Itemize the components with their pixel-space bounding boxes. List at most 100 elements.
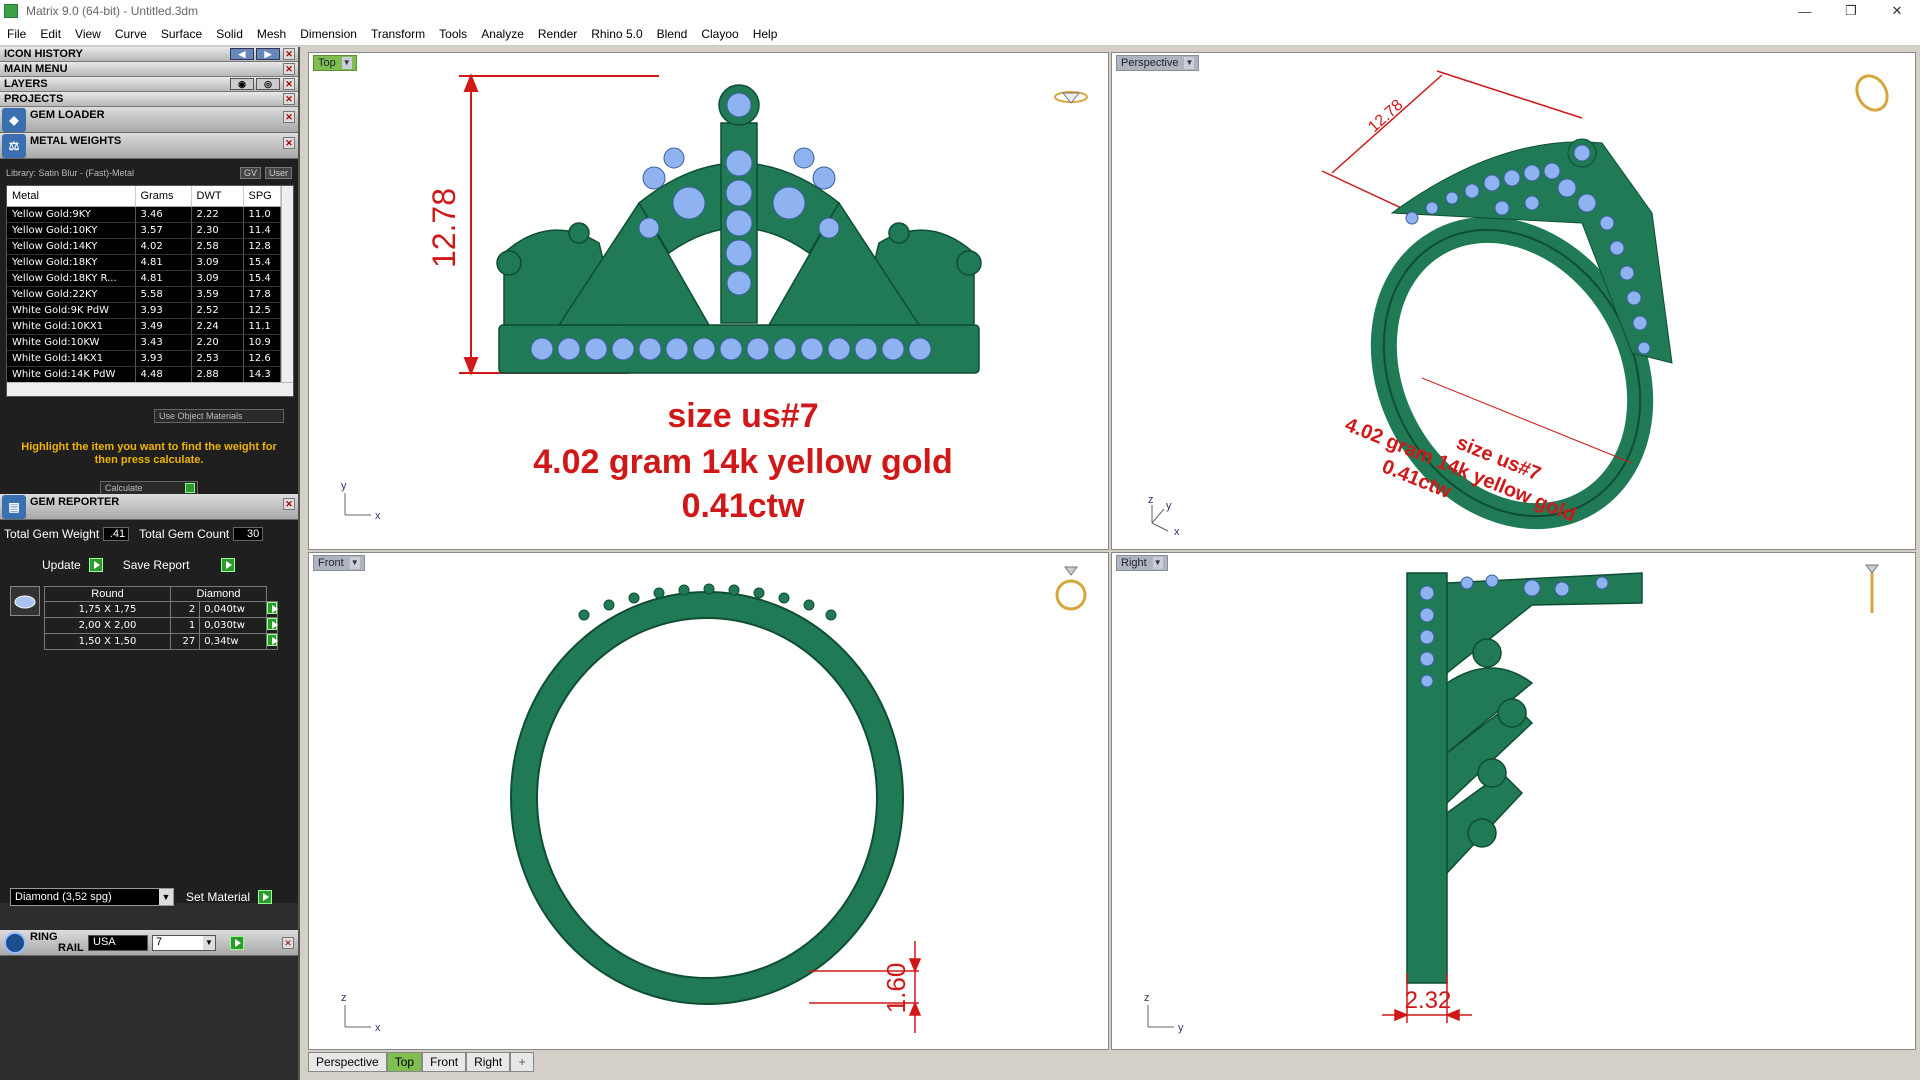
column-header[interactable]: SPG [243,186,281,207]
table-row[interactable]: Yellow Gold:22KY 5.58 3.59 17.8 [7,286,281,303]
ring-standard-input[interactable]: USA [88,934,148,951]
viewport-tab-right[interactable]: Right ▼ [1116,555,1168,571]
tab-right[interactable]: Right [466,1052,511,1072]
table-row[interactable]: Yellow Gold:14KY 4.02 2.58 12.8 [7,238,281,255]
viewport-perspective[interactable]: 12.78 size us#7 4.02 gram 14k yellow gol… [1111,52,1916,550]
menu-rhino[interactable]: Rhino 5.0 [584,27,649,41]
play-icon[interactable] [267,634,278,646]
user-toggle[interactable]: User [264,167,292,179]
chevron-down-icon[interactable]: ▼ [1184,57,1195,69]
gv-toggle[interactable]: GV [239,167,261,179]
column-header[interactable]: DWT [191,186,244,207]
save-report-button[interactable]: Save Report [123,558,236,572]
viewport-right[interactable]: 2.32 z y Right ▼ [1111,552,1916,1050]
menu-solid[interactable]: Solid [209,27,250,41]
table-cell: 3.09 [191,270,244,287]
projects-header[interactable]: PROJECTS ✕ [0,92,298,107]
library-label: Library: Satin Blur - (Fast)-Metal [6,168,135,178]
menu-render[interactable]: Render [531,27,584,41]
table-row[interactable]: White Gold:14KX1 3.93 2.53 12.6 [7,350,281,367]
menu-transform[interactable]: Transform [364,27,432,41]
metal-weights-header[interactable]: ⚖ METAL WEIGHTS ✕ [0,133,298,159]
viewport-front[interactable]: 1.60 z x Front ▼ [308,552,1109,1050]
ring-size-select[interactable]: 7 ▼ [152,934,216,951]
play-icon[interactable] [267,602,278,614]
back-arrow-icon[interactable]: ◀ [230,48,254,60]
play-icon[interactable] [230,935,244,950]
svg-text:z: z [1144,992,1150,1004]
icon-history-header[interactable]: ICON HISTORY ◀ ▶ ✕ [0,47,298,62]
menu-file[interactable]: File [0,27,33,41]
gem-loader-header[interactable]: ◆ GEM LOADER ✕ [0,107,298,133]
horizontal-scrollbar[interactable] [7,382,293,396]
menu-tools[interactable]: Tools [432,27,474,41]
table-cell: 4.81 [135,270,192,287]
round-gem-icon[interactable] [10,586,40,616]
table-row[interactable]: 1,75 X 1,75 2 0,040tw [44,601,278,618]
gem-reporter-header[interactable]: ▤ GEM REPORTER ✕ [0,494,298,520]
column-header[interactable]: Metal [7,186,136,207]
column-header[interactable]: Grams [135,186,192,207]
eye-icon[interactable]: ◉ [230,78,254,90]
menu-mesh[interactable]: Mesh [250,27,293,41]
viewport-tab-top[interactable]: Top ▼ [313,55,357,71]
material-select[interactable]: Diamond (3,52 spg) ▼ [10,888,174,906]
minimize-button[interactable]: — [1782,0,1828,22]
calculate-button[interactable]: Calculate [100,481,198,495]
axis-y-label: y [341,480,347,492]
close-icon[interactable]: ✕ [283,48,295,60]
menu-curve[interactable]: Curve [108,27,154,41]
table-row[interactable]: White Gold:14K PdW 4.48 2.88 14.3 [7,366,281,383]
table-row[interactable]: Yellow Gold:10KY 3.57 2.30 11.4 [7,222,281,239]
table-cell: 3.09 [191,254,244,271]
close-icon[interactable]: ✕ [283,93,295,105]
viewport-tabs: Perspective Top Front Right + [308,1052,535,1072]
close-icon[interactable]: ✕ [282,936,294,949]
menu-help[interactable]: Help [746,27,785,41]
close-icon[interactable]: ✕ [283,137,295,149]
table-row[interactable]: Yellow Gold:9KY 3.46 2.22 11.0 [7,206,281,223]
chevron-down-icon[interactable]: ▼ [1152,557,1163,569]
restore-button[interactable]: ❐ [1828,0,1874,22]
use-object-materials-toggle[interactable]: Use Object Materials [154,409,284,423]
main-menu-header[interactable]: MAIN MENU ✕ [0,62,298,77]
table-row[interactable]: White Gold:9K PdW 3.93 2.52 12.5 [7,302,281,319]
viewport-tab-perspective[interactable]: Perspective ▼ [1116,55,1200,71]
eye-toggle-icon[interactable]: ◎ [256,78,280,90]
tab-perspective[interactable]: Perspective [308,1052,387,1072]
close-icon[interactable]: ✕ [283,78,295,90]
update-button[interactable]: Update [42,558,103,572]
calculate-hint: Highlight the item you want to find the … [21,441,277,466]
table-row[interactable]: Yellow Gold:18KY R... 4.81 3.09 15.4 [7,270,281,287]
viewport-top[interactable]: 12.78 size us#7 4.02 gram 14k yellow gol… [308,52,1109,550]
menu-edit[interactable]: Edit [33,27,68,41]
tab-front[interactable]: Front [422,1052,467,1072]
menu-view[interactable]: View [68,27,108,41]
table-cell: White Gold:10KX1 [7,318,136,335]
layers-header[interactable]: LAYERS ◉ ◎ ✕ [0,77,298,92]
close-icon[interactable]: ✕ [283,63,295,75]
menu-surface[interactable]: Surface [154,27,209,41]
viewport-tab-front[interactable]: Front ▼ [313,555,365,571]
table-row[interactable]: Yellow Gold:18KY 4.81 3.09 15.4 [7,254,281,271]
menu-analyze[interactable]: Analyze [474,27,531,41]
tab-top[interactable]: Top [386,1052,423,1072]
table-row[interactable]: 2,00 X 2,00 1 0,030tw [44,617,278,634]
menu-dimension[interactable]: Dimension [293,27,364,41]
menu-clayoo[interactable]: Clayoo [694,27,745,41]
close-button[interactable]: ✕ [1874,0,1920,22]
chevron-down-icon[interactable]: ▼ [349,557,360,569]
forward-arrow-icon[interactable]: ▶ [256,48,280,60]
table-cell: 12.5 [243,302,281,319]
chevron-down-icon[interactable]: ▼ [341,57,352,69]
table-row[interactable]: White Gold:10KX1 3.49 2.24 11.1 [7,318,281,335]
menu-blend[interactable]: Blend [650,27,695,41]
vertical-scrollbar[interactable] [281,186,293,382]
close-icon[interactable]: ✕ [283,111,295,123]
add-viewport-icon[interactable]: + [510,1052,535,1072]
table-row[interactable]: 1,50 X 1,50 27 0,34tw [44,633,278,650]
table-row[interactable]: White Gold:10KW 3.43 2.20 10.9 [7,334,281,351]
play-icon[interactable] [267,618,278,630]
close-icon[interactable]: ✕ [283,498,295,510]
set-material-button[interactable]: Set Material [186,890,273,904]
